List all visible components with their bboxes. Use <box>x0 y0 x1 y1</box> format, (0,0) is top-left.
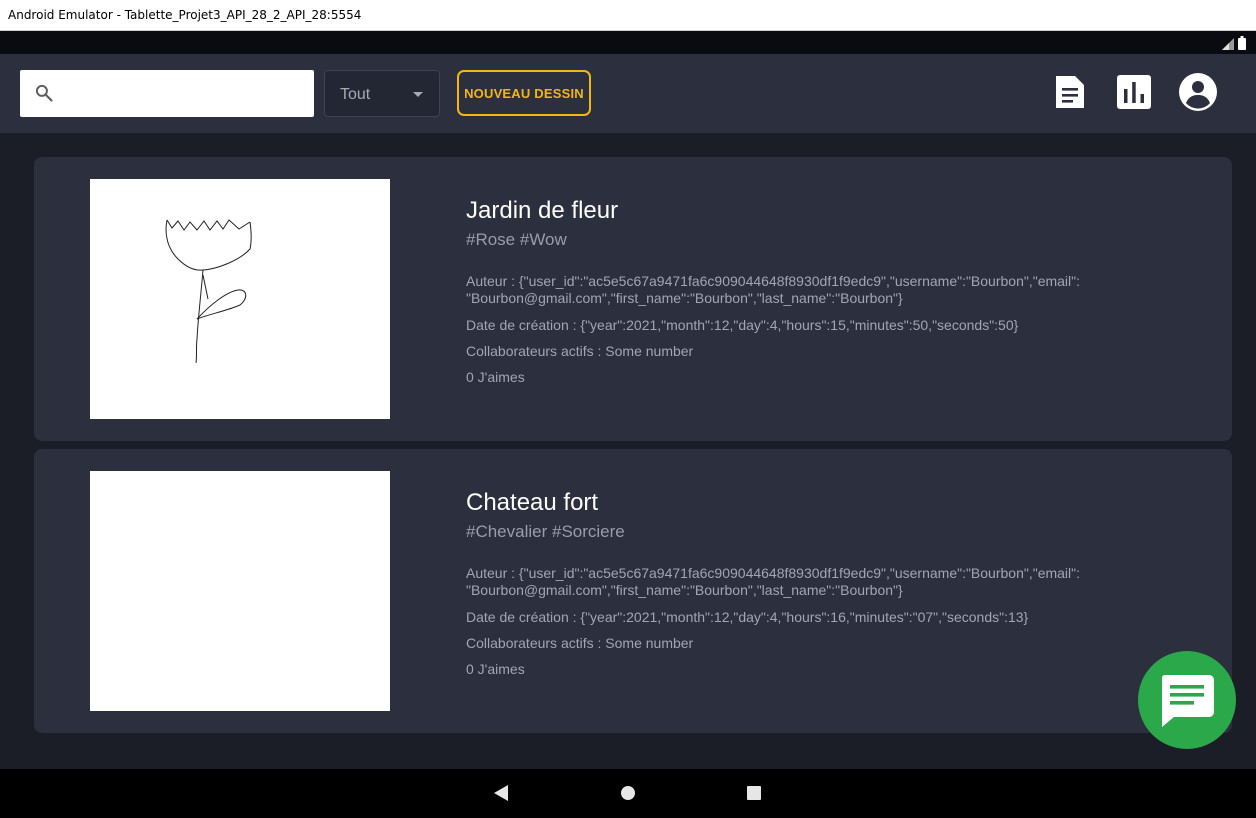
window-titlebar: Android Emulator - Tablette_Projet3_API_… <box>0 0 1256 31</box>
drawing-tags: #Rose #Wow <box>466 230 567 249</box>
drawing-card[interactable]: Chateau fort #Chevalier #Sorciere Auteur… <box>34 449 1232 733</box>
battery-icon <box>1238 36 1246 50</box>
filter-select-value: Tout <box>340 86 371 103</box>
drawing-author: Auteur : {"user_id":"ac5e5c67a9471fa6c90… <box>466 273 1081 306</box>
chevron-down-icon <box>413 92 423 97</box>
drawing-tags: #Chevalier #Sorciere <box>466 522 625 541</box>
status-bar <box>0 31 1256 54</box>
chat-button[interactable] <box>1138 651 1236 749</box>
drawing-thumbnail[interactable] <box>90 471 390 711</box>
home-icon[interactable] <box>621 786 635 800</box>
drawing-title: Chateau fort <box>466 489 599 516</box>
drawing-creation-date: Date de création : {"year":2021,"month":… <box>466 317 1019 333</box>
app-toolbar: Tout NOUVEAU DESSIN <box>0 54 1256 133</box>
drawing-likes: 0 J'aimes <box>466 369 525 385</box>
back-icon[interactable] <box>494 785 508 801</box>
flower-drawing-image <box>165 219 252 364</box>
account-circle-icon[interactable] <box>1178 72 1218 112</box>
search-box[interactable] <box>20 70 314 119</box>
signal-icon <box>1222 38 1234 50</box>
chat-icon <box>1162 675 1214 727</box>
drawing-title: Jardin de fleur <box>466 197 619 224</box>
recent-apps-icon[interactable] <box>747 786 761 800</box>
drawing-author: Auteur : {"user_id":"ac5e5c67a9471fa6c90… <box>466 565 1081 598</box>
drawing-card[interactable]: Jardin de fleur #Rose #Wow Auteur : {"us… <box>34 157 1232 441</box>
drawing-thumbnail[interactable] <box>90 179 390 419</box>
document-icon[interactable] <box>1050 72 1090 112</box>
new-drawing-button[interactable]: NOUVEAU DESSIN <box>457 70 591 116</box>
navigation-bar <box>0 769 1256 818</box>
drawing-creation-date: Date de création : {"year":2021,"month":… <box>466 609 1029 625</box>
drawing-collaborators: Collaborateurs actifs : Some number <box>466 635 694 651</box>
drawing-collaborators: Collaborateurs actifs : Some number <box>466 343 694 359</box>
window-title: Android Emulator - Tablette_Projet3_API_… <box>8 8 362 22</box>
statistics-icon[interactable] <box>1114 72 1154 112</box>
filter-select[interactable]: Tout <box>324 70 440 117</box>
search-icon <box>35 84 53 102</box>
search-input[interactable] <box>66 70 310 119</box>
drawing-likes: 0 J'aimes <box>466 661 525 677</box>
